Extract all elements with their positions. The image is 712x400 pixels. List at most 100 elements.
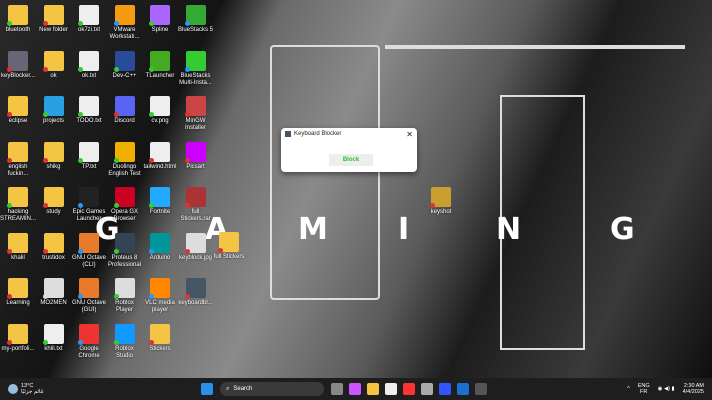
desktop-icon-label: my-portfoli...	[1, 345, 35, 352]
weather-widget[interactable]: 13°C غائم جزئيًا	[8, 383, 198, 395]
taskbar-app-icon[interactable]	[385, 383, 397, 395]
desktop-icon[interactable]: study	[36, 187, 72, 216]
lang-secondary: FR	[639, 389, 648, 395]
taskbar-app-icon[interactable]	[349, 383, 361, 395]
language-indicator[interactable]: ENG FR	[638, 383, 650, 395]
desktop-icon[interactable]: full Stickers	[211, 232, 247, 261]
desktop-icon-label: cv.png	[151, 118, 169, 124]
block-button[interactable]: Block	[329, 154, 373, 166]
desktop-icon[interactable]: keyblock.jpg	[178, 232, 214, 262]
clock[interactable]: 2:30 AM 4/4/2025	[683, 383, 704, 395]
taskbar-app-icon[interactable]	[457, 383, 469, 395]
desktop-icon[interactable]: Arduino	[142, 232, 178, 262]
desktop-icon[interactable]: eclipse	[0, 96, 36, 125]
desktop-icon[interactable]: tailwind.html	[142, 141, 178, 171]
desktop-icon[interactable]: Learning	[0, 278, 36, 307]
desktop-icon-label: full Stickers.rar	[180, 209, 211, 222]
wifi-volume-battery-icons[interactable]: ◉ ◀) ▮	[658, 386, 675, 392]
tray-chevron-icon[interactable]: ^	[627, 386, 630, 392]
desktop-icon-label: GNU Octave (GUI)	[71, 300, 106, 313]
shortcut-icon	[184, 96, 206, 117]
desktop-icon-label: ok.txt	[81, 72, 97, 79]
desktop-icon-label: Dev-C++	[112, 72, 137, 79]
taskbar-app-icon[interactable]	[403, 383, 415, 395]
desktop-icon[interactable]: TP.txt	[71, 141, 107, 171]
desktop-icon[interactable]: keyBlocker...	[0, 50, 36, 80]
desktop-icon[interactable]: Epic Games Launcher	[71, 187, 107, 223]
desktop-icon[interactable]: trustidox	[36, 232, 72, 262]
desktop-icon[interactable]: khlil.txt	[36, 323, 72, 353]
shortcut-icon	[113, 323, 135, 345]
shortcut-icon	[149, 232, 170, 254]
desktop-icon[interactable]: VLC media player	[142, 278, 178, 314]
close-button[interactable]: ✕	[406, 130, 413, 139]
desktop-icon-label: bluetooth	[5, 27, 31, 33]
desktop-icon[interactable]: keyshot	[423, 187, 459, 216]
desktop-icon[interactable]: ok.txt	[71, 50, 107, 80]
shortcut-icon	[78, 141, 99, 163]
desktop-icon[interactable]: shikg	[36, 141, 72, 171]
desktop-icon[interactable]: ok7zi.txt	[71, 5, 107, 34]
desktop-icon[interactable]: MO2MEN	[36, 278, 72, 307]
desktop-icon[interactable]: Opera GX Browser	[107, 187, 143, 223]
desktop-icon-label: khalil	[11, 254, 25, 261]
shortcut-icon	[113, 187, 135, 208]
desktop-icon[interactable]: bluetooth	[0, 5, 36, 34]
shortcut-icon	[149, 278, 170, 299]
shortcut-icon	[113, 50, 135, 72]
taskbar-app-icon[interactable]	[367, 383, 379, 395]
desktop-icon[interactable]: ok	[36, 50, 72, 80]
desktop-icon[interactable]: TODO.txt	[71, 96, 107, 125]
shortcut-icon	[42, 187, 64, 208]
desktop-icon[interactable]: cv.png	[142, 96, 178, 125]
taskbar-app-icon[interactable]	[475, 383, 487, 395]
shortcut-icon	[78, 5, 99, 26]
desktop-icon[interactable]: keyboardbl...	[178, 278, 214, 307]
desktop-icon[interactable]: TLauncher	[142, 50, 178, 80]
desktop-icon[interactable]: GNU Octave (GUI)	[71, 278, 107, 314]
desktop-icon-label: BlueStacks Multi-Insta...	[179, 72, 212, 86]
desktop-icon[interactable]: my-portfoli...	[0, 323, 36, 353]
desktop-icon[interactable]: hacking STREAMIN...	[0, 187, 36, 223]
desktop-icon[interactable]: khalil	[0, 232, 36, 262]
desktop-icon[interactable]: Roblox Player	[107, 278, 143, 314]
shortcut-icon	[7, 50, 28, 72]
desktop-icon[interactable]: BlueStacks Multi-Insta...	[178, 50, 214, 87]
desktop-icon[interactable]: Roblox Studio	[107, 323, 143, 360]
desktop-icon[interactable]: VMware Workstati...	[107, 5, 143, 41]
desktop-icon[interactable]: projects	[36, 96, 72, 125]
desktop-icon-label: MinGW Installer	[184, 118, 206, 131]
desktop-icon-label: Roblox Studio	[115, 345, 134, 359]
dialog-title: Keyboard Blocker	[294, 131, 342, 137]
desktop-icon[interactable]: english fuckin...	[0, 141, 36, 178]
desktop-icon[interactable]: full Stickers.rar	[178, 187, 214, 223]
desktop-icon-label: New folder	[39, 27, 68, 33]
shortcut-icon	[149, 50, 170, 72]
taskbar-app-icon[interactable]	[421, 383, 433, 395]
desktop-icon[interactable]: Google Chrome	[71, 323, 107, 360]
shortcut-icon	[149, 5, 170, 26]
taskbar: 13°C غائم جزئيًا ⌕ Search ^ ENG FR ◉ ◀) ▮ 2…	[0, 378, 712, 400]
desktop-icon[interactable]: Discord	[107, 96, 143, 125]
desktop-icon[interactable]: Duolingo English Test	[107, 141, 143, 178]
desktop-icon[interactable]: BlueStacks 5	[178, 5, 214, 34]
desktop-icon-label: study	[46, 209, 61, 215]
desktop-icon[interactable]: Dev-C++	[107, 50, 143, 80]
desktop-icon-label: Epic Games Launcher	[72, 209, 106, 222]
desktop-icon[interactable]: Picsart	[178, 141, 214, 171]
taskbar-app-icon[interactable]	[439, 383, 451, 395]
desktop-icon[interactable]: Stickers	[142, 323, 178, 353]
taskbar-app-icon[interactable]	[331, 383, 343, 395]
shortcut-icon	[42, 278, 64, 299]
desktop-icon[interactable]: Proteus 8 Professional	[107, 232, 143, 269]
desktop-icon[interactable]: Fortnite	[142, 187, 178, 216]
desktop-icon[interactable]: GNU Octave (CLI)	[71, 232, 107, 269]
desktop-icon-label: keyblock.jpg	[178, 254, 213, 261]
search-box[interactable]: ⌕ Search	[220, 382, 324, 396]
desktop-icon[interactable]: New folder	[36, 5, 72, 34]
start-button[interactable]	[201, 383, 213, 395]
shortcut-icon	[430, 187, 451, 208]
desktop-icon[interactable]: Spline	[142, 5, 178, 34]
desktop-icon[interactable]: MinGW Installer	[178, 96, 214, 132]
weather-text: غائم جزئيًا	[21, 389, 44, 395]
